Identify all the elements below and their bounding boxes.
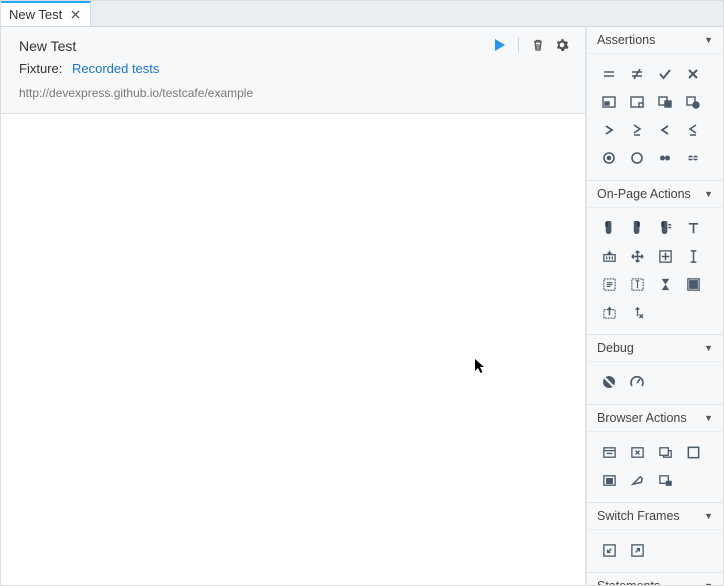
navigate-icon[interactable] — [595, 438, 623, 466]
chevron-down-icon: ▼ — [704, 189, 713, 199]
cursor-icon — [475, 359, 487, 378]
fixture-label: Fixture: — [19, 61, 62, 76]
dialog-handler-icon[interactable] — [651, 466, 679, 494]
drag-to-element-icon[interactable] — [651, 242, 679, 270]
chevron-down-icon: ▼ — [704, 35, 713, 45]
wait-icon[interactable] — [651, 270, 679, 298]
assert-gt-icon[interactable] — [595, 116, 623, 144]
select-editable-icon[interactable] — [595, 270, 623, 298]
assert-contains-icon[interactable] — [595, 88, 623, 116]
switch-to-iframe-icon[interactable] — [595, 536, 623, 564]
panel-title: Statements — [597, 579, 660, 585]
panel-statements[interactable]: Statements ▼ — [587, 572, 723, 585]
panel-browser-actions[interactable]: Browser Actions ▼ — [587, 404, 723, 432]
panel-title: Debug — [597, 341, 634, 355]
close-icon[interactable] — [68, 8, 82, 22]
panel-title: Assertions — [597, 33, 655, 47]
close-window-icon[interactable] — [623, 438, 651, 466]
panel-title: Browser Actions — [597, 411, 687, 425]
test-header: New Test Fixture: Recorded tests http://… — [1, 27, 585, 114]
panel-assertions[interactable]: Assertions ▼ — [587, 27, 723, 54]
hover-icon[interactable] — [679, 270, 707, 298]
assert-gte-icon[interactable] — [623, 116, 651, 144]
assert-not-contains-icon[interactable] — [623, 88, 651, 116]
upload-icon[interactable] — [595, 298, 623, 326]
panel-title: Switch Frames — [597, 509, 680, 523]
chevron-down-icon: ▼ — [704, 581, 713, 585]
assert-lte-icon[interactable] — [679, 116, 707, 144]
assert-typeof-icon[interactable] — [651, 88, 679, 116]
debug-speed-icon[interactable] — [623, 368, 651, 396]
element-screenshot-icon[interactable] — [623, 466, 651, 494]
assert-within-icon[interactable] — [595, 144, 623, 172]
screenshot-icon[interactable] — [595, 466, 623, 494]
select-text-icon[interactable] — [679, 242, 707, 270]
panel-title: On-Page Actions — [597, 187, 691, 201]
assert-not-equals-icon[interactable] — [623, 60, 651, 88]
side-panel: Assertions ▼ On-Page Actions ▼ — [586, 27, 723, 585]
press-key-icon[interactable] — [595, 242, 623, 270]
test-url: http://devexpress.github.io/testcafe/exa… — [19, 84, 253, 103]
resize-window-icon[interactable] — [651, 438, 679, 466]
tab-bar: New Test — [1, 1, 723, 27]
assert-match-icon[interactable] — [651, 144, 679, 172]
panel-debug[interactable]: Debug ▼ — [587, 334, 723, 362]
drag-icon[interactable] — [623, 242, 651, 270]
chevron-down-icon: ▼ — [704, 413, 713, 423]
assert-lt-icon[interactable] — [651, 116, 679, 144]
main-pane: New Test Fixture: Recorded tests http://… — [1, 27, 586, 585]
assert-equals-icon[interactable] — [595, 60, 623, 88]
gear-icon[interactable] — [555, 38, 569, 52]
switch-to-main-icon[interactable] — [623, 536, 651, 564]
debug-breakpoint-icon[interactable] — [595, 368, 623, 396]
test-title: New Test — [19, 35, 253, 57]
panel-onpage-actions[interactable]: On-Page Actions ▼ — [587, 180, 723, 208]
click-icon[interactable] — [595, 214, 623, 242]
clear-upload-icon[interactable] — [623, 298, 651, 326]
chevron-down-icon: ▼ — [704, 343, 713, 353]
chevron-down-icon: ▼ — [704, 511, 713, 521]
assert-not-match-icon[interactable] — [679, 144, 707, 172]
separator — [518, 37, 519, 53]
assert-not-typeof-icon[interactable] — [679, 88, 707, 116]
assert-not-ok-icon[interactable] — [679, 60, 707, 88]
play-icon[interactable] — [494, 38, 506, 52]
content-area — [1, 114, 585, 585]
right-click-icon[interactable] — [623, 214, 651, 242]
type-text-icon[interactable] — [679, 214, 707, 242]
panel-switch-frames[interactable]: Switch Frames ▼ — [587, 502, 723, 530]
assert-not-within-icon[interactable] — [623, 144, 651, 172]
assert-ok-icon[interactable] — [651, 60, 679, 88]
tab-label: New Test — [9, 7, 62, 22]
fixture-link[interactable]: Recorded tests — [72, 61, 159, 76]
double-click-icon[interactable] — [651, 214, 679, 242]
tab-new-test[interactable]: New Test — [1, 1, 91, 26]
maximize-window-icon[interactable] — [679, 438, 707, 466]
trash-icon[interactable] — [531, 38, 545, 52]
select-textarea-icon[interactable] — [623, 270, 651, 298]
